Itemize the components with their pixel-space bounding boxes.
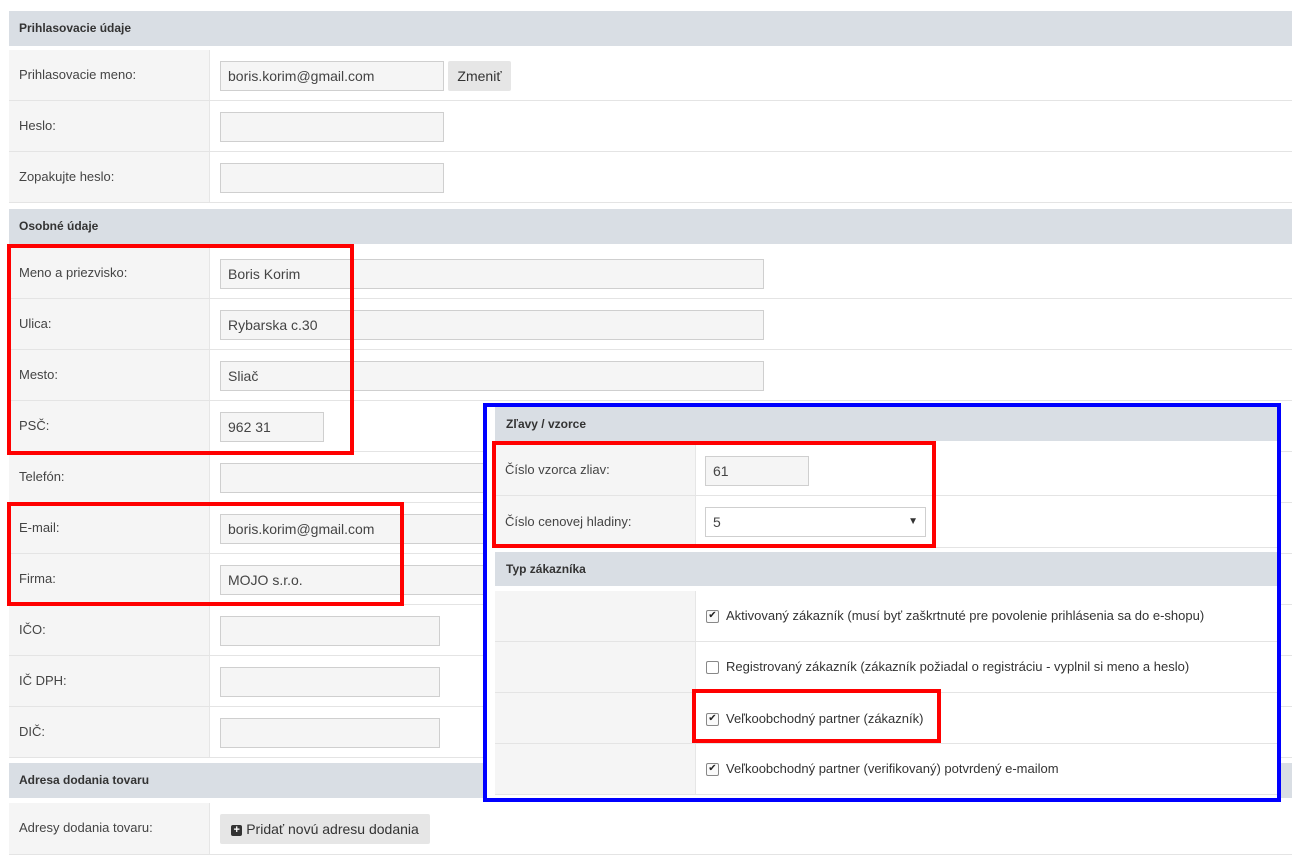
username-label: Prihlasovacie meno: [9, 50, 210, 100]
icdph-input[interactable] [220, 667, 440, 697]
checkmark-icon: ✔ [706, 762, 719, 776]
empty-label-cell [495, 693, 696, 743]
password-repeat-label: Zopakujte heslo: [9, 152, 210, 202]
login-section-header: Prihlasovacie údaje [9, 11, 1292, 46]
password-input[interactable] [220, 112, 444, 142]
dic-label: DIČ: [9, 707, 210, 757]
empty-label-cell [495, 591, 696, 641]
checkbox-activated-label: Aktivovaný zákazník (musí byť zaškrtnuté… [726, 608, 1205, 623]
phone-label: Telefón: [9, 452, 210, 502]
checkbox-empty-icon [706, 660, 719, 674]
delivery-addresses-label: Adresy dodania tovaru: [9, 803, 210, 854]
checkbox-activated[interactable]: ✔ Aktivovaný zákazník (musí byť zaškrtnut… [706, 591, 1204, 641]
ico-label: IČO: [9, 605, 210, 655]
row-customer-type-activated: ✔ Aktivovaný zákazník (musí byť zaškrtnut… [495, 591, 1277, 642]
row-customer-type-wholesale-verified: ✔ Veľkoobchodný partner (verifikovaný) po… [495, 744, 1277, 795]
ico-input[interactable] [220, 616, 440, 646]
highlight-address-frame [7, 244, 354, 455]
personal-section-header: Osobné údaje [9, 209, 1292, 244]
add-delivery-address-label: Pridať novú adresu dodania [246, 821, 419, 837]
highlight-contact-frame [7, 502, 404, 606]
password-repeat-input[interactable] [220, 163, 444, 193]
row-delivery-addresses: Adresy dodania tovaru: + Pridať novú adre… [9, 803, 1292, 855]
dic-input[interactable] [220, 718, 440, 748]
checkbox-wholesale-verified[interactable]: ✔ Veľkoobchodný partner (verifikovaný) po… [706, 744, 1059, 794]
highlight-discounts-frame [492, 441, 936, 548]
icdph-label: IČ DPH: [9, 656, 210, 706]
password-label: Heslo: [9, 101, 210, 151]
checkbox-registered-label: Registrovaný zákazník (zákazník požiadal… [726, 659, 1190, 674]
checkbox-wholesale-verified-label: Veľkoobchodný partner (verifikovaný) pot… [726, 761, 1059, 776]
customer-type-section-header: Typ zákazníka [495, 552, 1277, 586]
empty-label-cell [495, 744, 696, 794]
empty-label-cell [495, 642, 696, 692]
highlight-wholesale-frame [692, 689, 941, 743]
row-password-repeat: Zopakujte heslo: [9, 152, 1292, 203]
row-customer-type-registered: Registrovaný zákazník (zákazník požiadal… [495, 642, 1277, 693]
add-delivery-address-button[interactable]: + Pridať novú adresu dodania [220, 814, 430, 844]
plus-square-icon: + [231, 824, 243, 836]
checkbox-registered[interactable]: Registrovaný zákazník (zákazník požiadal… [706, 642, 1189, 692]
change-username-button[interactable]: Zmeniť [448, 61, 511, 91]
checkmark-icon: ✔ [706, 609, 719, 623]
username-input[interactable]: boris.korim@gmail.com [220, 61, 444, 91]
row-username: Prihlasovacie meno: boris.korim@gmail.co… [9, 50, 1292, 101]
discounts-section-header: Zľavy / vzorce [495, 407, 1277, 441]
row-password: Heslo: [9, 101, 1292, 152]
